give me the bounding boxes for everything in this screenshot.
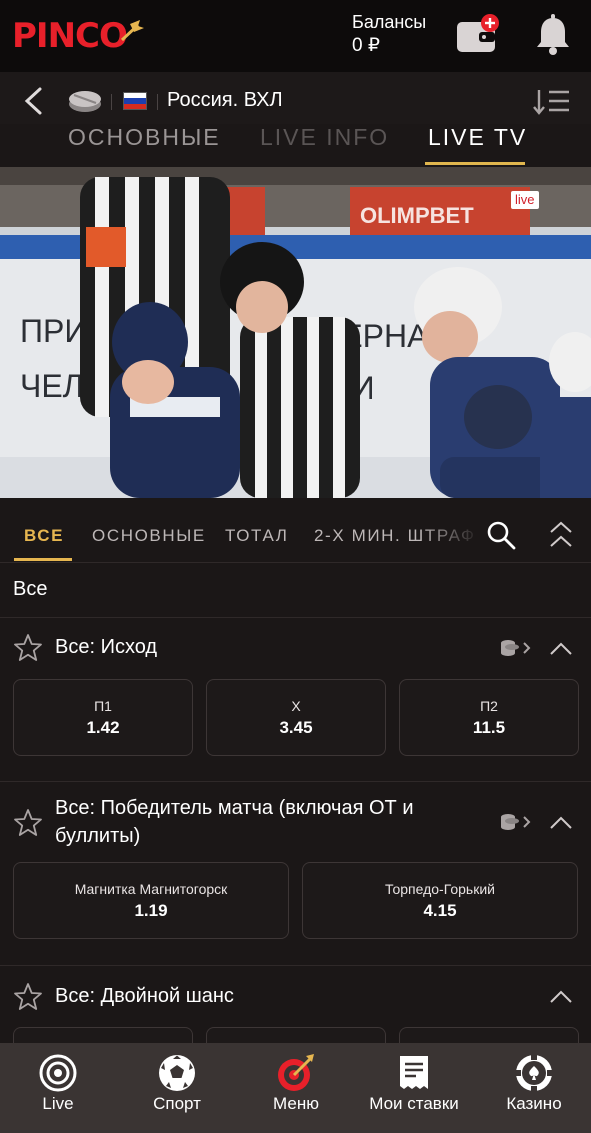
live-badge: live <box>511 191 539 209</box>
nav-label: Казино <box>506 1094 562 1113</box>
nav-sport[interactable]: Спорт <box>127 1043 227 1133</box>
live-video-player[interactable]: OLIMPBET ПРИ ЧЕЛ УБЕРНА СТИ <box>0 167 591 498</box>
market-tab-main[interactable]: ОСНОВНЫЕ <box>92 526 206 546</box>
odd-button-home[interactable]: Магнитка Магнитогорск 1.19 <box>13 862 289 939</box>
tabs-fade <box>420 508 480 562</box>
market-tab-indicator <box>14 558 72 561</box>
odd-value: 11.5 <box>472 718 506 737</box>
hockey-puck-icon <box>69 91 101 112</box>
market-tab-all[interactable]: ВСЕ <box>24 526 64 546</box>
target-arrow-icon <box>120 20 144 42</box>
market-title-line1[interactable]: Все: Победитель матча (включая ОТ и <box>55 794 414 822</box>
odd-value: 1.19 <box>134 901 168 920</box>
favorite-star-icon[interactable] <box>13 633 43 663</box>
active-tab-indicator <box>425 162 525 165</box>
hockey-broadcast-frame: OLIMPBET ПРИ ЧЕЛ УБЕРНА СТИ <box>0 167 591 498</box>
market-tab-total[interactable]: ТОТАЛ <box>225 526 289 546</box>
sort-icon[interactable] <box>532 88 572 116</box>
nav-label: Мои ставки <box>369 1094 459 1113</box>
odd-label: X <box>291 698 301 714</box>
russia-flag-icon <box>123 92 147 110</box>
odd-button-p2[interactable]: П2 11.5 <box>399 679 579 756</box>
tab-live-tv[interactable]: LIVE TV <box>428 124 527 151</box>
market-title-line2[interactable]: буллиты) <box>55 822 140 850</box>
nav-casino[interactable]: Казино <box>484 1043 584 1133</box>
nav-label: Меню <box>273 1094 319 1113</box>
soccer-ball-icon <box>159 1055 195 1091</box>
balance-label: Балансы <box>352 12 427 32</box>
search-icon[interactable] <box>486 520 516 550</box>
balance[interactable]: Балансы 0 ₽ <box>352 10 426 58</box>
odd-value: 1.42 <box>86 718 120 737</box>
coins-icon[interactable] <box>498 811 534 833</box>
pinco-logo[interactable]: PINCO <box>12 14 144 58</box>
league-title[interactable]: Россия. ВХЛ <box>167 89 283 112</box>
chevron-up-icon[interactable] <box>549 815 573 831</box>
nav-live[interactable]: Live <box>8 1043 108 1133</box>
odd-label: П2 <box>480 698 498 714</box>
odd-button-away[interactable]: Торпедо-Горький 4.15 <box>302 862 578 939</box>
odd-value: 3.45 <box>279 718 313 737</box>
filter-label: Все <box>13 578 48 600</box>
divider <box>0 617 591 618</box>
market-title[interactable]: Все: Двойной шанс <box>55 982 234 1010</box>
divider <box>0 562 591 563</box>
tab-live-info[interactable]: LIVE INFO <box>260 124 389 151</box>
market-title[interactable]: Все: Исход <box>55 633 157 661</box>
nav-label: Live <box>42 1094 74 1113</box>
odd-label: Торпедо-Горький <box>385 881 495 897</box>
live-icon <box>39 1054 77 1092</box>
odd-value: 4.15 <box>423 901 457 920</box>
coins-icon[interactable] <box>498 637 534 659</box>
divider <box>111 94 112 110</box>
divider <box>0 965 591 966</box>
odd-label: П1 <box>94 698 112 714</box>
collapse-all-icon[interactable] <box>548 520 574 550</box>
chevron-up-icon[interactable] <box>549 989 573 1005</box>
section-tabs: ОСНОВНЫЕ LIVE INFO LIVE TV <box>0 124 591 166</box>
tab-osnovnye[interactable]: ОСНОВНЫЕ <box>68 124 221 151</box>
odd-button-p1[interactable]: П1 1.42 <box>13 679 193 756</box>
svg-text:ЧЕЛ: ЧЕЛ <box>20 368 84 404</box>
chevron-up-icon[interactable] <box>549 641 573 657</box>
nav-menu[interactable]: Меню <box>246 1043 346 1133</box>
bell-icon[interactable] <box>534 14 572 56</box>
divider <box>0 781 591 782</box>
favorite-star-icon[interactable] <box>13 808 43 838</box>
bottom-navigation: Live Спорт Меню Мои ставки Казино <box>0 1043 591 1133</box>
back-arrow-icon[interactable] <box>20 86 48 116</box>
balance-value: 0 ₽ <box>352 35 380 56</box>
menu-target-icon <box>278 1054 314 1091</box>
odd-button-x[interactable]: X 3.45 <box>206 679 386 756</box>
top-bar: PINCO Балансы 0 ₽ <box>0 0 591 72</box>
bets-receipt-icon <box>400 1056 428 1089</box>
svg-text:ПРИ: ПРИ <box>20 313 87 349</box>
divider <box>157 94 158 110</box>
nav-label: Спорт <box>153 1094 201 1113</box>
favorite-star-icon[interactable] <box>13 982 43 1012</box>
odd-label: Магнитка Магнитогорск <box>74 881 228 897</box>
nav-my-bets[interactable]: Мои ставки <box>358 1043 470 1133</box>
casino-chip-icon <box>515 1054 553 1092</box>
wallet-add-icon[interactable] <box>455 14 503 56</box>
event-header: Россия. ВХЛ <box>0 72 591 130</box>
svg-text:OLIMPBET: OLIMPBET <box>360 203 474 228</box>
